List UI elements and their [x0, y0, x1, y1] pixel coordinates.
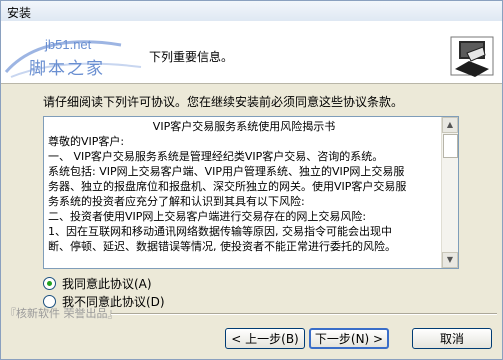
license-line: 务系统的投资者应充分了解和认识到其具有以下风险: — [48, 195, 305, 208]
computer-install-icon — [450, 36, 494, 77]
license-content: VIP客户交易服务系统使用风险揭示书 尊敬的VIP客户: 一、 VIP客户交易服… — [48, 119, 440, 266]
watermark-name: 脚本之家 — [29, 59, 105, 79]
license-line: 断、停顿、延迟、数据错误等情况, 使投资者不能正常进行委托的风险。 — [48, 240, 396, 253]
license-line: 系统包括: VIP网上交易客户端、VIP用户管理系统、独立的VIP网上交易服 — [48, 165, 405, 178]
cancel-button[interactable]: 取消 — [412, 328, 492, 349]
back-button[interactable]: < 上一步(B) — [225, 328, 305, 349]
license-scrollbar[interactable]: ▲ ▼ — [441, 117, 458, 268]
window-title: 安装 — [7, 6, 32, 20]
wizard-header: jb51.net 脚本之家 下列重要信息。 — [1, 21, 502, 84]
header-subtitle: 下列重要信息。 — [149, 50, 234, 64]
watermark-url: jb51.net — [45, 37, 92, 52]
scroll-up-arrow-icon[interactable]: ▲ — [442, 117, 458, 133]
license-line: 尊敬的VIP客户: — [48, 135, 125, 148]
accept-radio-option[interactable]: 我同意此协议(A) — [43, 275, 152, 292]
scroll-down-arrow-icon[interactable]: ▼ — [442, 252, 458, 268]
accept-radio-label[interactable]: 我同意此协议(A) — [62, 275, 152, 292]
license-line: VIP客户交易服务系统使用风险揭示书 — [152, 120, 336, 133]
license-textbox[interactable]: VIP客户交易服务系统使用风险揭示书 尊敬的VIP客户: 一、 VIP客户交易服… — [43, 116, 459, 269]
license-line: 1、因在互联网和移动通讯网络数据传输等原因, 交易指令可能会出现中 — [48, 225, 392, 238]
license-line: 二、投资者使用VIP网上交易客户端进行交易存在的网上交易风险: — [48, 210, 367, 223]
footer-divider — [111, 313, 497, 315]
brand-footer: 『核新软件 荣誉出品』 — [5, 307, 119, 320]
title-bar[interactable]: 安装 — [1, 1, 502, 22]
wizard-body: 请仔细阅读下列许可协议。您在继续安装前必须同意这些协议条款。 VIP客户交易服务… — [1, 84, 502, 314]
instruction-text: 请仔细阅读下列许可协议。您在继续安装前必须同意这些协议条款。 — [43, 95, 404, 109]
scroll-thumb[interactable] — [443, 134, 458, 158]
license-line: 一、 VIP客户交易服务系统是管理经纪类VIP客户交易、咨询的系统。 — [48, 150, 384, 163]
accept-radio-button[interactable] — [43, 277, 56, 290]
site-watermark: jb51.net 脚本之家 — [1, 27, 151, 87]
installer-window: 安装 jb51.net 脚本之家 下列重要信息。 请仔细阅读下列许可协议。您在继… — [0, 0, 503, 360]
next-button[interactable]: 下一步(N) > — [309, 328, 389, 349]
license-line: 务器、独立的报盘席位和报盘机、深交所独立的网关。使用VIP客户交易服 — [48, 180, 407, 193]
